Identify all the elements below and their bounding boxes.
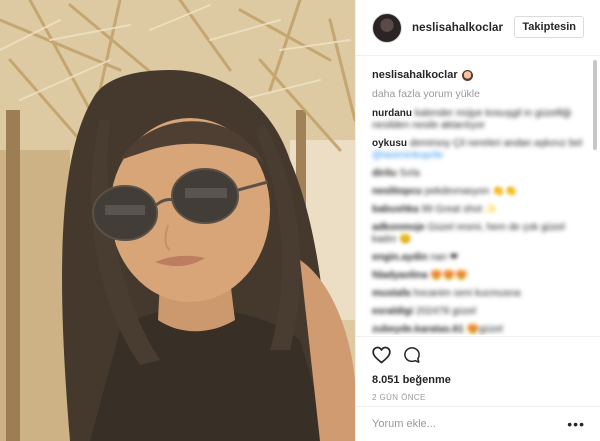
header-username[interactable]: neslisahalkoclar	[412, 22, 503, 34]
comment-text: 202478 güzel	[415, 306, 476, 317]
post-photo[interactable]	[0, 0, 355, 441]
comment-username[interactable]: mustafa	[372, 288, 410, 299]
comment-username[interactable]: nurdanu	[372, 108, 412, 119]
load-more-comments-link[interactable]: daha fazla yorum yükle	[372, 88, 585, 102]
comment-item: adkonmoje Güzel resmi, hem de çok güzel …	[372, 222, 585, 246]
comment-item: nurdanu kalender müjye kosuşgil in güzel…	[372, 108, 585, 132]
add-comment-bar: •••	[356, 406, 600, 441]
scrollbar-thumb[interactable]	[593, 60, 597, 150]
comment-item: mustafa hocanim seni kucmusna	[372, 288, 585, 300]
speech-bubble-icon[interactable]	[403, 346, 421, 364]
comment-username[interactable]: babushka	[372, 204, 419, 215]
comment-text: 😍😍😍	[430, 270, 468, 281]
comment-item: engin.aydin nan ❤	[372, 252, 585, 264]
comment-item: zubeyde.karatas.61 😍güzel	[372, 324, 585, 335]
comment-text: pekdevnasyon	[424, 186, 490, 197]
clap-emoji: 👏👏	[492, 186, 517, 197]
comment-item: neslitopcu pekdevnasyon 👏👏	[372, 186, 585, 198]
caption-row: neslisahalkoclar	[372, 67, 585, 83]
post-timestamp: 2 GÜN ÖNCE	[372, 393, 426, 402]
emoji-icon	[461, 69, 473, 81]
post-header: neslisahalkoclar Takiptesin	[356, 0, 600, 56]
comment-text: demirsoy Çil nereleri andan aşkınız bel	[409, 138, 583, 149]
post-actions: 8.051 beğenme 2 GÜN ÖNCE	[356, 336, 600, 406]
comment-username[interactable]: neslitopcu	[372, 186, 422, 197]
comment-username[interactable]: adkonmoje	[372, 222, 425, 233]
comment-text: hocanim seni kucmusna	[413, 288, 521, 299]
action-icons-row	[372, 345, 585, 365]
comment-username[interactable]: esraldigi	[372, 306, 413, 317]
comment-input[interactable]	[372, 418, 568, 430]
comment-username[interactable]: dirilu	[372, 168, 396, 179]
smile-emoji: 😊	[399, 234, 412, 245]
likes-count[interactable]: 8.051 beğenme	[372, 374, 585, 386]
comments-scrollbar[interactable]	[593, 60, 597, 332]
comment-username[interactable]: oykusu	[372, 138, 407, 149]
comment-item: oykusu demirsoy Çil nereleri andan aşkın…	[372, 138, 585, 162]
comment-item: babushka 99 Great shot ✨	[372, 204, 585, 216]
caption-username[interactable]: neslisahalkoclar	[372, 69, 458, 81]
comment-item: esraldigi 202478 güzel	[372, 306, 585, 318]
comments-list: neslisahalkoclar daha fazla yorum yükle …	[356, 57, 600, 335]
post-side-panel: neslisahalkoclar Takiptesin neslisahalko…	[355, 0, 600, 441]
following-button[interactable]: Takiptesin	[514, 16, 584, 38]
comment-text: 99 Great shot ✨	[421, 204, 498, 215]
comment-item: fdadyaolina 😍😍😍	[372, 270, 585, 282]
avatar[interactable]	[372, 12, 402, 43]
ellipsis-icon[interactable]: •••	[567, 417, 585, 431]
comment-mention-link[interactable]: @tasiminkoprile	[372, 150, 443, 161]
heart-outline-icon[interactable]	[372, 346, 391, 364]
comment-username[interactable]: fdadyaolina	[372, 270, 428, 281]
selfie-image	[0, 0, 355, 441]
comment-username[interactable]: engin.aydin	[372, 252, 428, 263]
comment-username[interactable]: zubeyde.karatas.61	[372, 324, 464, 335]
comment-item: dirilu Sırla	[372, 168, 585, 180]
comment-text: nan ❤	[430, 252, 459, 263]
comment-text: Sırla	[399, 168, 420, 179]
comment-text: 😍güzel	[466, 324, 503, 335]
